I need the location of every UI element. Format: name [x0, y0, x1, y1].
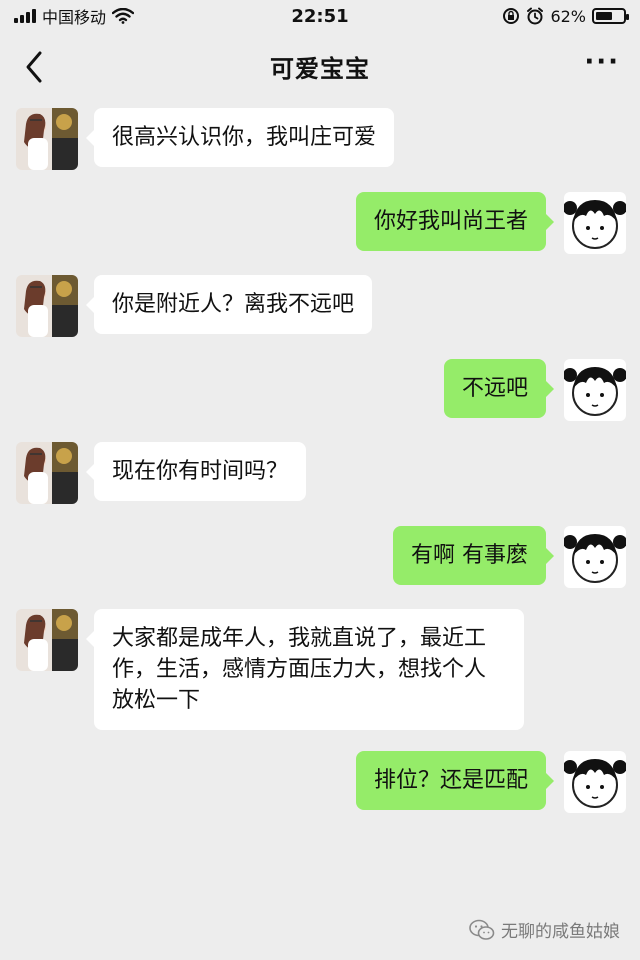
message-list[interactable]: 很高兴认识你，我叫庄可爱 你好我叫尚王者 你是附近人？离我不远吧 不远吧 现在你…: [0, 0, 640, 960]
my-avatar[interactable]: [564, 526, 626, 588]
outgoing-message-bubble[interactable]: 有啊 有事麽: [393, 526, 554, 585]
contact-avatar[interactable]: [16, 442, 78, 504]
outgoing-message-bubble[interactable]: 不远吧: [443, 359, 555, 418]
my-avatar[interactable]: [564, 359, 626, 421]
wechat-icon: [469, 919, 495, 940]
incoming-message-bubble[interactable]: 很高兴认识你，我叫庄可爱: [85, 108, 395, 167]
my-avatar[interactable]: [564, 751, 626, 813]
incoming-message-bubble[interactable]: 你是附近人？离我不远吧: [85, 275, 373, 334]
my-avatar[interactable]: [564, 192, 626, 254]
contact-avatar[interactable]: [16, 108, 78, 170]
incoming-message-bubble[interactable]: 现在你有时间吗？: [85, 442, 307, 501]
outgoing-message-bubble[interactable]: 排位？还是匹配: [355, 751, 555, 810]
incoming-message-bubble[interactable]: 大家都是成年人，我就直说了，最近工作，生活，感情方面压力大，想找个人放松一下: [86, 609, 524, 730]
outgoing-message-bubble[interactable]: 你好我叫尚王者: [355, 192, 555, 251]
watermark: 无聊的咸鱼姑娘: [469, 917, 620, 942]
contact-avatar[interactable]: [16, 609, 78, 671]
watermark-text: 无聊的咸鱼姑娘: [501, 922, 620, 942]
contact-avatar[interactable]: [16, 275, 78, 337]
